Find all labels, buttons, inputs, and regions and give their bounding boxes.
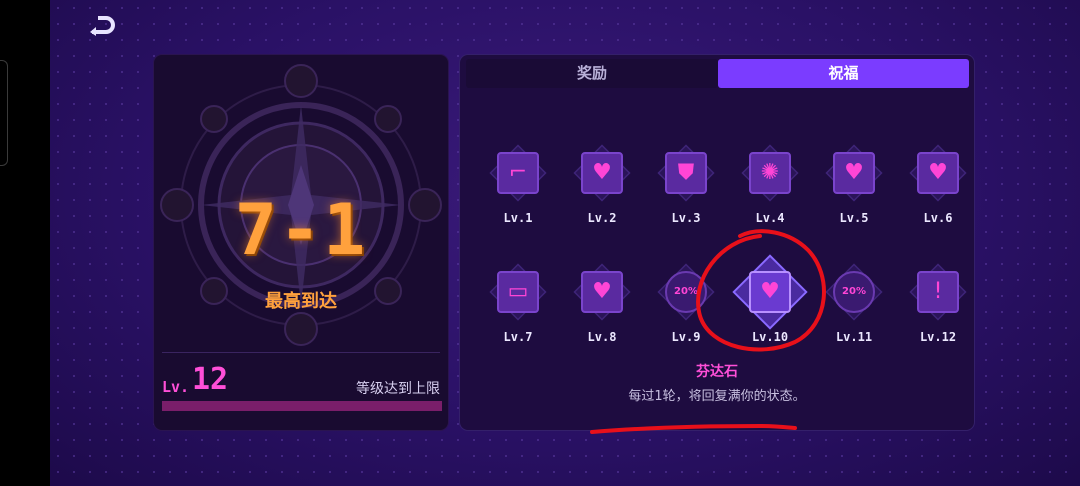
tab-bar: 奖励 祝福 xyxy=(460,55,974,91)
selected-blessing-name: 芬达石 xyxy=(696,364,738,380)
tab-rewards[interactable]: 奖励 xyxy=(466,59,718,88)
device-edge xyxy=(0,60,8,166)
blessing-item[interactable]: ✺ Lv.4 xyxy=(732,135,812,235)
panel-divider xyxy=(162,352,440,353)
blessing-panel: 奖励 祝福 ⌐ Lv.1 ♥ Lv.2 ⛊ Lv.3 ✺ Lv.4 ♥ Lv.5 ♥ Lv.6 ▭ Lv.… xyxy=(460,55,974,430)
blessing-item[interactable]: ♥ Lv.8 xyxy=(564,254,644,354)
level-max-status: 等级达到上限 xyxy=(356,381,440,397)
blessing-level-label: Lv.1 xyxy=(503,211,533,225)
player-level: 12 xyxy=(192,362,229,397)
blessing-level-label: Lv.8 xyxy=(587,330,617,344)
percent-20-icon: 20% xyxy=(833,271,875,313)
blessing-item[interactable]: ♥ Lv.6 xyxy=(900,135,980,235)
xp-bar xyxy=(162,401,442,411)
blessing-level-label: Lv.11 xyxy=(835,330,873,344)
shield-icon: ⛊ xyxy=(665,152,707,194)
heart-plus-icon: ♥ xyxy=(833,152,875,194)
level-prefix: Lv. xyxy=(162,378,190,396)
blessing-item[interactable]: ♥ Lv.5 xyxy=(816,135,896,235)
blessing-level-label: Lv.12 xyxy=(919,330,957,344)
battery-frame-icon: ▭ xyxy=(497,271,539,313)
sun-gem-icon: ✺ xyxy=(749,152,791,194)
heart-plus-icon: ♥ xyxy=(917,152,959,194)
blessing-level-label: Lv.5 xyxy=(839,211,869,225)
shield-heart-icon: ♥ xyxy=(749,271,791,313)
back-button[interactable] xyxy=(88,14,118,38)
blessing-item[interactable]: ▭ Lv.7 xyxy=(480,254,560,354)
percent-20-icon: 20% xyxy=(665,271,707,313)
tab-blessings[interactable]: 祝福 xyxy=(718,59,969,88)
heart-plus-icon: ♥ xyxy=(581,271,623,313)
stage-number: 7-1 xyxy=(234,189,368,271)
blessing-level-label: Lv.3 xyxy=(671,211,701,225)
blessing-level-label: Lv.4 xyxy=(755,211,785,225)
blessing-item[interactable]: 20% Lv.9 xyxy=(648,254,728,354)
blessing-item[interactable]: ! Lv.12 xyxy=(900,254,980,354)
blessing-level-label: Lv.10 xyxy=(751,330,789,344)
blessing-level-label: Lv.9 xyxy=(671,330,701,344)
blessing-item[interactable]: 20% Lv.11 xyxy=(816,254,896,354)
blessing-level-label: Lv.7 xyxy=(503,330,533,344)
blessing-item[interactable]: ⌐ Lv.1 xyxy=(480,135,560,235)
blessing-item[interactable]: ♥ Lv.10 xyxy=(732,254,812,354)
gun-icon: ⌐ xyxy=(497,152,539,194)
selected-blessing-description: 每过1轮，将回复满你的状态。 xyxy=(628,389,806,404)
back-arrow-icon xyxy=(90,16,115,36)
heart-plus-icon: ♥ xyxy=(581,152,623,194)
stage-label: 最高到达 xyxy=(265,291,337,312)
blessing-level-label: Lv.2 xyxy=(587,211,617,225)
blessing-item[interactable]: ⛊ Lv.3 xyxy=(648,135,728,235)
blessing-item[interactable]: ♥ Lv.2 xyxy=(564,135,644,235)
blessing-level-label: Lv.6 xyxy=(923,211,953,225)
xp-bar-fill xyxy=(162,401,442,411)
warning-skull-icon: ! xyxy=(917,271,959,313)
